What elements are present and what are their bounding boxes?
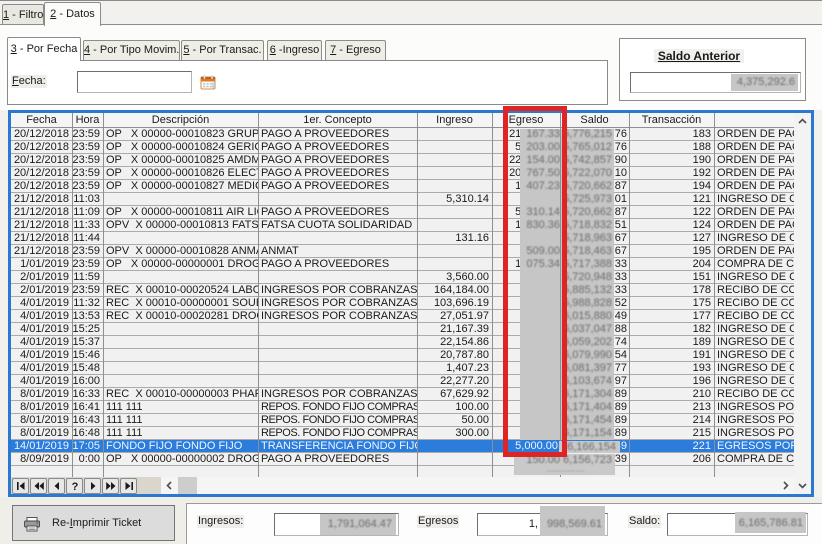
svg-text:?: ? [72, 481, 79, 493]
